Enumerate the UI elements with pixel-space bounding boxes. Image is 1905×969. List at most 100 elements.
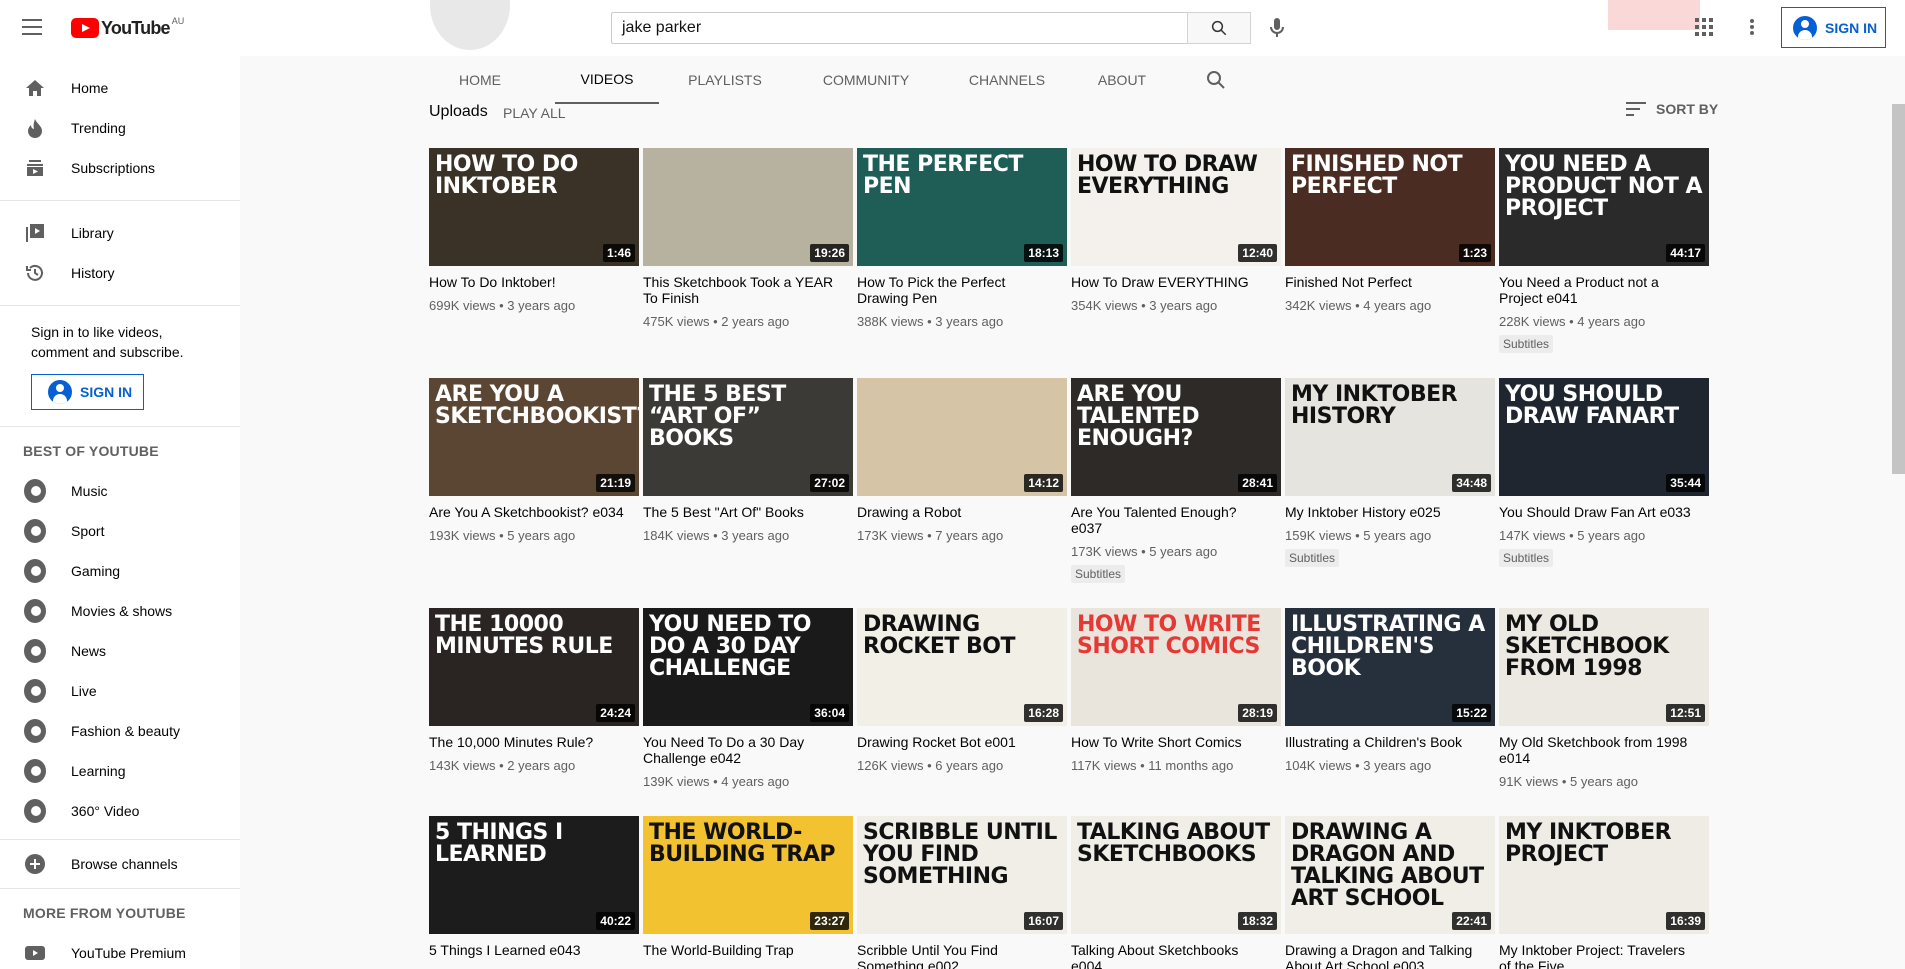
video-title[interactable]: Illustrating a Children's Book [1285, 734, 1495, 750]
video-title[interactable]: Scribble Until You Find Something e002 [857, 942, 1067, 969]
sidebar-item-360-video[interactable]: 360° Video [0, 791, 240, 831]
sidebar-item-live[interactable]: Live [0, 671, 240, 711]
sort-by-button[interactable]: SORT BY [1626, 101, 1718, 117]
video-card[interactable]: DRAWING A DRAGON AND TALKING ABOUT ART S… [1285, 816, 1495, 969]
menu-icon[interactable] [22, 19, 42, 35]
video-title[interactable]: Drawing a Dragon and Talking About Art S… [1285, 942, 1495, 969]
video-card[interactable]: ARE YOU A SKETCHBOOKIST? 21:19 Are You A S… [429, 378, 639, 543]
video-thumbnail[interactable]: SCRIBBLE UNTIL YOU FIND SOMETHING 16:07 [857, 816, 1067, 934]
video-card[interactable]: ILLUSTRATING A CHILDREN'S BOOK 15:22 Illus… [1285, 608, 1495, 773]
play-all-button[interactable]: PLAY ALL [503, 105, 566, 121]
video-title[interactable]: How To Do Inktober! [429, 274, 639, 290]
scrollbar-thumb[interactable] [1892, 104, 1905, 474]
video-title[interactable]: Drawing a Robot [857, 504, 1067, 520]
video-thumbnail[interactable]: DRAWING A DRAGON AND TALKING ABOUT ART S… [1285, 816, 1495, 934]
video-card[interactable]: THE 10000 MINUTES RULE 24:24 The 10,000 Mi… [429, 608, 639, 773]
video-title[interactable]: The World-Building Trap [643, 942, 853, 958]
sidebar-item-youtube-premium[interactable]: YouTube Premium [0, 933, 240, 969]
video-card[interactable]: 14:12 Drawing a Robot 173K views • 7 years… [857, 378, 1067, 543]
video-card[interactable]: YOU NEED TO DO A 30 DAY CHALLENGE 36:04 Yo… [643, 608, 853, 789]
video-card[interactable]: MY INKTOBER PROJECT 16:39 My Inktober Proj… [1499, 816, 1709, 969]
video-thumbnail[interactable]: THE 5 BEST “ART OF” BOOKS 27:02 [643, 378, 853, 496]
video-card[interactable]: THE WORLD-BUILDING TRAP 23:27 The World-Bu… [643, 816, 853, 958]
video-card[interactable]: HOW TO WRITE SHORT COMICS 28:19 How To Wri… [1071, 608, 1281, 773]
tab-playlists[interactable]: PLAYLISTS [662, 56, 788, 104]
sidebar-item-subscriptions[interactable]: Subscriptions [0, 148, 240, 188]
sign-in-button[interactable]: SIGN IN [1781, 7, 1886, 48]
video-card[interactable]: YOU NEED A PRODUCT NOT A PROJECT 44:17 You… [1499, 148, 1709, 353]
video-thumbnail[interactable]: ARE YOU TALENTED ENOUGH? 28:41 [1071, 378, 1281, 496]
video-card[interactable]: YOU SHOULD DRAW FANART 35:44 You Should Dr… [1499, 378, 1709, 567]
video-card[interactable]: TALKING ABOUT SKETCHBOOKS 18:32 Talking Ab… [1071, 816, 1281, 969]
video-thumbnail[interactable]: DRAWING ROCKET BOT 16:28 [857, 608, 1067, 726]
sidebar-item-music[interactable]: Music [0, 471, 240, 511]
sidebar-item-history[interactable]: History [0, 253, 240, 293]
tab-about[interactable]: ABOUT [1082, 56, 1162, 104]
video-thumbnail[interactable]: TALKING ABOUT SKETCHBOOKS 18:32 [1071, 816, 1281, 934]
video-card[interactable]: 19:26 This Sketchbook Took a YEAR To Fini… [643, 148, 853, 329]
sidebar-item-trending[interactable]: Trending [0, 108, 240, 148]
video-title[interactable]: The 5 Best "Art Of" Books [643, 504, 853, 520]
video-card[interactable]: DRAWING ROCKET BOT 16:28 Drawing Rocket Bo… [857, 608, 1067, 773]
video-title[interactable]: Finished Not Perfect [1285, 274, 1495, 290]
video-title[interactable]: You Need To Do a 30 Day Challenge e042 [643, 734, 853, 766]
video-thumbnail[interactable]: 5 THINGS I LEARNED 40:22 [429, 816, 639, 934]
video-title[interactable]: You Need a Product not a Project e041 [1499, 274, 1709, 306]
video-title[interactable]: You Should Draw Fan Art e033 [1499, 504, 1709, 520]
sidebar-item-fashion-beauty[interactable]: Fashion & beauty [0, 711, 240, 751]
channel-search-icon[interactable] [1204, 68, 1228, 92]
video-card[interactable]: MY OLD SKETCHBOOK FROM 1998 12:51 My Old S… [1499, 608, 1709, 789]
video-card[interactable]: HOW TO DRAW EVERYTHING 12:40 How To Draw E… [1071, 148, 1281, 313]
video-title[interactable]: My Old Sketchbook from 1998 e014 [1499, 734, 1709, 766]
tab-community[interactable]: COMMUNITY [803, 56, 929, 104]
video-title[interactable]: My Inktober Project: Travelers of the Fi… [1499, 942, 1709, 969]
more-options-icon[interactable] [1748, 17, 1756, 37]
video-title[interactable]: How To Draw EVERYTHING [1071, 274, 1281, 290]
video-title[interactable]: Are You Talented Enough? e037 [1071, 504, 1281, 536]
sidebar-item-news[interactable]: News [0, 631, 240, 671]
video-title[interactable]: This Sketchbook Took a YEAR To Finish [643, 274, 853, 306]
video-title[interactable]: Are You A Sketchbookist? e034 [429, 504, 639, 520]
video-thumbnail[interactable]: YOU SHOULD DRAW FANART 35:44 [1499, 378, 1709, 496]
video-thumbnail[interactable]: ARE YOU A SKETCHBOOKIST? 21:19 [429, 378, 639, 496]
sidebar-item-browse-channels[interactable]: Browse channels [0, 844, 240, 884]
channel-avatar[interactable] [430, 0, 510, 50]
sidebar-item-library[interactable]: Library [0, 213, 240, 253]
video-thumbnail[interactable]: HOW TO WRITE SHORT COMICS 28:19 [1071, 608, 1281, 726]
video-thumbnail[interactable]: YOU NEED TO DO A 30 DAY CHALLENGE 36:04 [643, 608, 853, 726]
mic-icon[interactable] [1265, 16, 1289, 40]
video-thumbnail[interactable]: ILLUSTRATING A CHILDREN'S BOOK 15:22 [1285, 608, 1495, 726]
video-thumbnail[interactable]: MY INKTOBER HISTORY 34:48 [1285, 378, 1495, 496]
sidebar-item-home[interactable]: Home [0, 68, 240, 108]
video-title[interactable]: 5 Things I Learned e043 [429, 942, 639, 958]
video-title[interactable]: Talking About Sketchbooks e004 [1071, 942, 1281, 969]
video-card[interactable]: HOW TO DO INKTOBER 1:46 How To Do Inktober… [429, 148, 639, 313]
video-thumbnail[interactable]: MY OLD SKETCHBOOK FROM 1998 12:51 [1499, 608, 1709, 726]
video-thumbnail[interactable]: 14:12 [857, 378, 1067, 496]
sidebar-item-gaming[interactable]: Gaming [0, 551, 240, 591]
video-thumbnail[interactable]: THE WORLD-BUILDING TRAP 23:27 [643, 816, 853, 934]
video-thumbnail[interactable]: HOW TO DO INKTOBER 1:46 [429, 148, 639, 266]
tab-home[interactable]: HOME [428, 56, 532, 104]
youtube-logo[interactable]: YouTube AU [71, 16, 184, 38]
video-thumbnail[interactable]: THE 10000 MINUTES RULE 24:24 [429, 608, 639, 726]
video-thumbnail[interactable]: YOU NEED A PRODUCT NOT A PROJECT 44:17 [1499, 148, 1709, 266]
video-card[interactable]: THE PERFECT PEN 18:13 How To Pick the Perf… [857, 148, 1067, 329]
video-thumbnail[interactable]: HOW TO DRAW EVERYTHING 12:40 [1071, 148, 1281, 266]
apps-icon[interactable] [1694, 17, 1714, 37]
video-card[interactable]: MY INKTOBER HISTORY 34:48 My Inktober Hist… [1285, 378, 1495, 567]
search-button[interactable] [1187, 12, 1251, 44]
sidebar-item-sport[interactable]: Sport [0, 511, 240, 551]
sidebar-item-movies-shows[interactable]: Movies & shows [0, 591, 240, 631]
tab-channels[interactable]: CHANNELS [944, 56, 1070, 104]
tab-videos[interactable]: VIDEOS [555, 56, 659, 104]
video-card[interactable]: THE 5 BEST “ART OF” BOOKS 27:02 The 5 Best… [643, 378, 853, 543]
search-input[interactable]: jake parker [611, 12, 1187, 44]
video-thumbnail[interactable]: FINISHED NOT PERFECT 1:23 [1285, 148, 1495, 266]
video-thumbnail[interactable]: THE PERFECT PEN 18:13 [857, 148, 1067, 266]
video-card[interactable]: ARE YOU TALENTED ENOUGH? 28:41 Are You Tal… [1071, 378, 1281, 583]
video-title[interactable]: How To Write Short Comics [1071, 734, 1281, 750]
video-title[interactable]: My Inktober History e025 [1285, 504, 1495, 520]
sidebar-item-learning[interactable]: Learning [0, 751, 240, 791]
video-thumbnail[interactable]: MY INKTOBER PROJECT 16:39 [1499, 816, 1709, 934]
